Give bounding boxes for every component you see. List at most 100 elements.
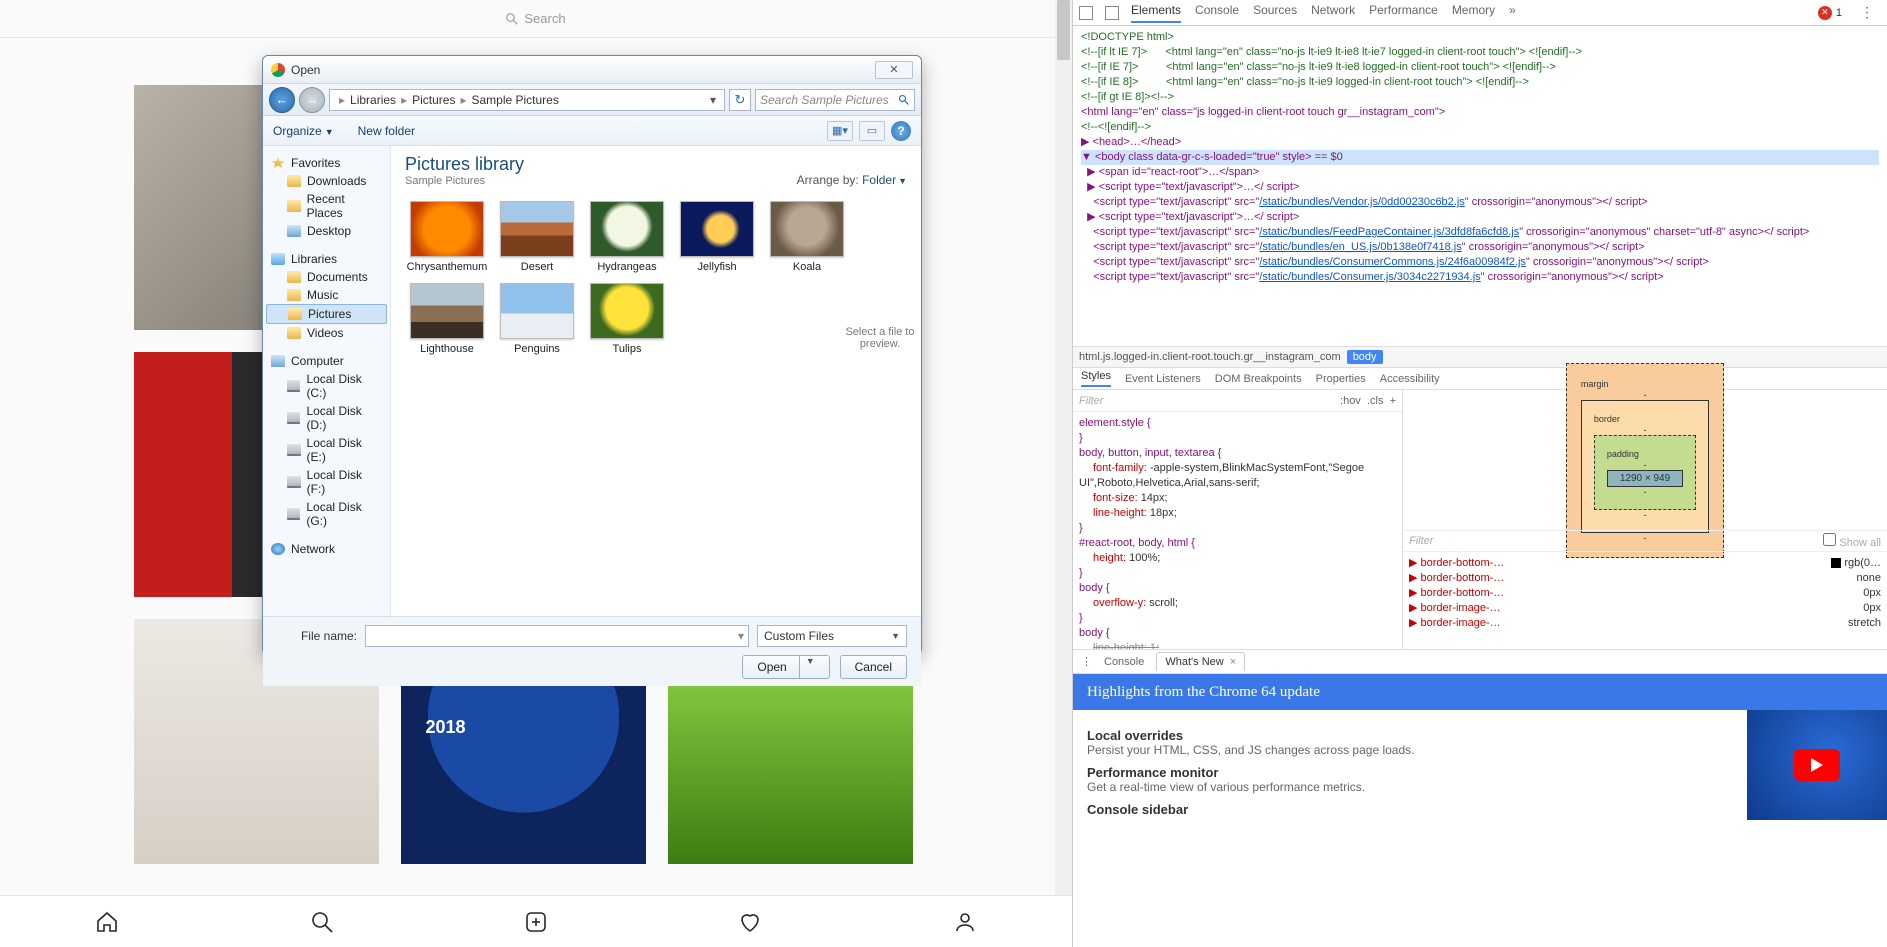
page-search-bar[interactable]: Search xyxy=(0,0,1072,38)
organize-menu[interactable]: Organize▼ xyxy=(273,124,334,138)
add-icon[interactable] xyxy=(524,910,548,934)
tab-dom-breakpoints[interactable]: DOM Breakpoints xyxy=(1215,373,1302,385)
file-thumb[interactable]: Desert xyxy=(495,201,579,273)
network-icon xyxy=(271,543,285,555)
file-thumb[interactable]: Lighthouse xyxy=(405,283,489,355)
star-icon xyxy=(271,157,285,169)
file-thumb[interactable]: Tulips xyxy=(585,283,669,355)
styles-filter[interactable]: Filter xyxy=(1079,395,1103,407)
tree-item[interactable]: Local Disk (D:) xyxy=(263,402,390,434)
tab-accessibility[interactable]: Accessibility xyxy=(1380,373,1440,385)
tab-performance[interactable]: Performance xyxy=(1369,3,1438,23)
tree-item[interactable]: Videos xyxy=(263,324,390,342)
tree-item[interactable]: Local Disk (E:) xyxy=(263,434,390,466)
page-scrollbar[interactable] xyxy=(1055,0,1072,947)
devtools-toolbar: Elements Console Sources Network Perform… xyxy=(1073,0,1887,26)
dialog-titlebar[interactable]: Open ✕ xyxy=(263,56,921,84)
preview-pane-button[interactable]: ▭ xyxy=(859,121,885,141)
cancel-button[interactable]: Cancel xyxy=(840,655,907,679)
arrange-by[interactable]: Arrange by: Folder▼ xyxy=(797,173,907,187)
file-open-dialog: Open ✕ ← → ▸ Libraries▸ Pictures▸ Sample… xyxy=(262,55,922,655)
home-icon[interactable] xyxy=(95,910,119,934)
folder-icon xyxy=(287,289,301,301)
tree-item[interactable]: Documents xyxy=(263,268,390,286)
dialog-search[interactable]: Search Sample Pictures xyxy=(755,89,915,111)
preview-hint: Select a file to preview. xyxy=(845,326,915,350)
tree-item[interactable]: Local Disk (C:) xyxy=(263,370,390,402)
folder-icon xyxy=(287,175,301,187)
video-thumbnail[interactable] xyxy=(1747,710,1887,820)
hov-toggle[interactable]: :hov xyxy=(1340,395,1361,407)
profile-icon[interactable] xyxy=(953,910,977,934)
dialog-content: Pictures library Sample Pictures Arrange… xyxy=(391,146,921,616)
view-mode-button[interactable]: ▦▾ xyxy=(827,121,853,141)
tab-properties[interactable]: Properties xyxy=(1316,373,1366,385)
file-name-label: File name: xyxy=(277,629,357,643)
inspect-icon[interactable] xyxy=(1079,6,1093,20)
cls-toggle[interactable]: .cls xyxy=(1367,395,1384,407)
heart-icon[interactable] xyxy=(738,910,762,934)
library-title: Pictures library xyxy=(405,154,524,175)
tree-item[interactable]: Recent Places xyxy=(263,190,390,222)
refresh-button[interactable]: ↻ xyxy=(729,89,751,111)
tree-item[interactable]: Downloads xyxy=(263,172,390,190)
tree-item-selected[interactable]: Pictures xyxy=(266,304,387,324)
tree-item[interactable]: Music xyxy=(263,286,390,304)
dom-tree[interactable]: <!DOCTYPE html><!--[if lt IE 7]> <html l… xyxy=(1073,26,1887,346)
tab-overflow[interactable]: » xyxy=(1509,3,1516,23)
crumb-dropdown[interactable]: ▾ xyxy=(706,93,720,107)
tree-group-favorites[interactable]: Favorites xyxy=(263,152,390,172)
tab-elements[interactable]: Elements xyxy=(1131,3,1181,23)
breadcrumb[interactable]: ▸ Libraries▸ Pictures▸ Sample Pictures ▾ xyxy=(329,89,725,111)
tree-group-libraries[interactable]: Libraries xyxy=(263,248,390,268)
folder-icon xyxy=(287,271,301,283)
drawer-menu-icon[interactable]: ⋮ xyxy=(1081,655,1092,668)
tree-group-network[interactable]: Network xyxy=(263,538,390,558)
computed-filter[interactable]: Filter xyxy=(1409,535,1433,547)
drawer-tab-console[interactable]: Console xyxy=(1104,656,1144,668)
file-name-input[interactable]: ▾ xyxy=(365,625,749,647)
new-folder-button[interactable]: New folder xyxy=(358,124,415,138)
computer-icon xyxy=(271,355,285,367)
close-icon[interactable]: × xyxy=(1230,656,1236,668)
tree-item[interactable]: Desktop xyxy=(263,222,390,240)
tab-styles[interactable]: Styles xyxy=(1081,370,1111,387)
tab-event-listeners[interactable]: Event Listeners xyxy=(1125,373,1201,385)
file-thumb[interactable]: Jellyfish xyxy=(675,201,759,273)
tab-sources[interactable]: Sources xyxy=(1253,3,1297,23)
crumb[interactable]: Pictures xyxy=(412,93,455,107)
crumb[interactable]: Libraries xyxy=(350,93,396,107)
file-thumb[interactable]: Penguins xyxy=(495,283,579,355)
css-rules[interactable]: element.style {}…body, button, input, te… xyxy=(1073,412,1402,649)
styles-tabs: Styles Event Listeners DOM Breakpoints P… xyxy=(1073,368,1887,390)
tree-item[interactable]: Local Disk (F:) xyxy=(263,466,390,498)
file-thumb[interactable]: Chrysanthemum xyxy=(405,201,489,273)
close-button[interactable]: ✕ xyxy=(875,61,913,79)
computed-list[interactable]: ▶ border-bottom-…rgb(0…▶ border-bottom-…… xyxy=(1403,552,1887,649)
bottom-nav xyxy=(0,895,1072,947)
error-indicator[interactable]: ✕1 xyxy=(1818,6,1842,20)
file-thumb[interactable]: Hydrangeas xyxy=(585,201,669,273)
back-button[interactable]: ← xyxy=(269,87,295,113)
box-model[interactable]: margin- border- padding- 1290 × 949 - - … xyxy=(1403,390,1887,530)
device-icon[interactable] xyxy=(1105,6,1119,20)
forward-button[interactable]: → xyxy=(299,87,325,113)
whatsnew-body: Local overrides Persist your HTML, CSS, … xyxy=(1073,710,1887,827)
tab-console[interactable]: Console xyxy=(1195,3,1239,23)
drawer-tab-whatsnew[interactable]: What's New× xyxy=(1156,652,1245,671)
dialog-search-placeholder: Search Sample Pictures xyxy=(760,93,889,107)
tab-network[interactable]: Network xyxy=(1311,3,1355,23)
search-icon[interactable] xyxy=(310,910,334,934)
help-button[interactable]: ? xyxy=(891,121,911,141)
tree-item[interactable]: Local Disk (G:) xyxy=(263,498,390,530)
show-all-checkbox[interactable] xyxy=(1823,533,1836,546)
crumb[interactable]: Sample Pictures xyxy=(471,93,558,107)
dom-breadcrumb[interactable]: html.js.logged-in.client-root.touch.gr__… xyxy=(1073,346,1887,368)
add-rule-icon[interactable]: + xyxy=(1390,395,1396,407)
open-button[interactable]: Open▼ xyxy=(742,655,829,679)
tree-group-computer[interactable]: Computer xyxy=(263,350,390,370)
tab-memory[interactable]: Memory xyxy=(1452,3,1495,23)
file-type-filter[interactable]: Custom Files▼ xyxy=(757,625,907,647)
file-thumb[interactable]: Koala xyxy=(765,201,849,273)
devtools-menu-icon[interactable]: ⋮ xyxy=(1854,4,1881,21)
